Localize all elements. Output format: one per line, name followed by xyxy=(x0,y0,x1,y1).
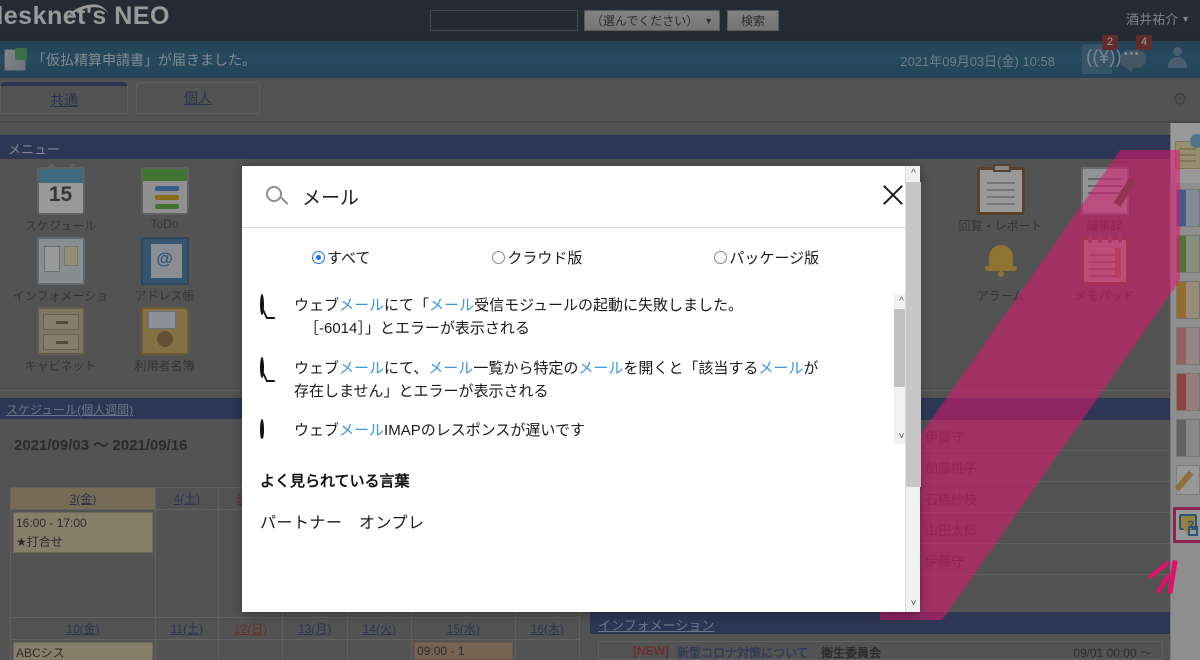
application-window: desknet's NEO （選んでください） ▼ 検索 酒井祐介 ▼ 「仮払精… xyxy=(0,0,1200,660)
filter-radio-group: すべて クラウド版 パッケージ版 xyxy=(242,228,920,286)
speech-bubble-icon xyxy=(260,419,294,442)
result-text-run: にて、 xyxy=(384,359,429,377)
result-text-run: 一覧から特定の xyxy=(473,359,579,377)
result-text-run: を開くと「該当する xyxy=(623,359,759,377)
search-result-item[interactable]: ウェブメールIMAPのレスポンスが遅いです xyxy=(260,419,880,442)
result-line-1: ウェブメールにて、メール一覧から特定のメールを開くと「該当するメールが xyxy=(294,360,818,377)
result-text-run: ウェブ xyxy=(294,359,340,377)
speech-bubble-icon xyxy=(260,356,294,404)
result-line-2: 存在しません」とエラーが表示される xyxy=(294,383,549,400)
result-text-run: にて「 xyxy=(384,297,430,314)
result-text-run: IMAPのレスポンスが遅いです xyxy=(384,422,585,439)
highlighted-keyword: メール xyxy=(339,359,385,377)
radio-dot xyxy=(312,250,325,264)
search-result-item[interactable]: ウェブメールにて、メール一覧から特定のメールを開くと「該当するメールが 存在しま… xyxy=(260,356,880,404)
result-text-run: が xyxy=(803,359,819,377)
result-text-run: ウェブ xyxy=(294,297,340,314)
result-line-2: ［-6014］」とエラーが表示される xyxy=(294,320,530,337)
radio-dot xyxy=(492,250,506,264)
radio-package[interactable]: パッケージ版 xyxy=(714,247,819,268)
radio-label: パッケージ版 xyxy=(729,249,820,267)
speech-bubble-icon xyxy=(260,294,294,341)
search-input[interactable]: メール xyxy=(302,183,359,210)
result-line-1: ウェブメールIMAPのレスポンスが遅いです xyxy=(294,422,585,439)
result-text-run: 受信モジュールの起動に失敗しました。 xyxy=(474,297,744,314)
result-text-run: 存在しません」とエラーが表示される xyxy=(294,382,549,400)
search-result-text: ウェブメールにて、メール一覧から特定のメールを開くと「該当するメールが 存在しま… xyxy=(294,357,818,404)
search-result-text: ウェブメールにて「メール受信モジュールの起動に失敗しました。 ［-6014］」と… xyxy=(294,294,743,341)
radio-label: クラウド版 xyxy=(507,249,583,267)
highlighted-keyword: メール xyxy=(339,297,385,314)
result-text-run: ［-6014］」とエラーが表示される xyxy=(304,320,530,338)
result-line-1: ウェブメールにて「メール受信モジュールの起動に失敗しました。 xyxy=(294,297,743,314)
scrollbar-thumb[interactable] xyxy=(906,182,921,487)
search-result-item[interactable]: ウェブメールにて「メール受信モジュールの起動に失敗しました。 ［-6014］」と… xyxy=(260,294,880,341)
dialog-search-bar: メール xyxy=(242,166,920,228)
radio-label: すべて xyxy=(327,249,371,267)
radio-dot xyxy=(714,250,728,264)
radio-cloud[interactable]: クラウド版 xyxy=(492,247,582,268)
search-results-list[interactable]: ウェブメールにて「メール受信モジュールの起動に失敗しました。 ［-6014］」と… xyxy=(242,286,920,448)
result-text-run: ウェブ xyxy=(294,422,340,439)
close-icon[interactable] xyxy=(880,182,906,208)
help-search-dialog: メール すべて クラウド版 パッケージ版 ウェブメールにて「メール受信モジュール… xyxy=(242,166,920,612)
radio-all[interactable]: すべて xyxy=(312,247,370,268)
highlighted-keyword: メール xyxy=(758,359,804,377)
search-icon xyxy=(266,185,289,208)
highlighted-keyword: メール xyxy=(578,359,624,377)
highlighted-keyword: メール xyxy=(429,297,475,314)
highlighted-keyword: メール xyxy=(339,422,385,439)
popular-words-list[interactable]: パートナー オンプレ xyxy=(242,491,920,533)
scroll-up-icon[interactable]: ^ xyxy=(906,166,921,182)
search-result-text: ウェブメールIMAPのレスポンスが遅いです xyxy=(294,419,585,442)
dialog-scrollbar[interactable]: ^ ˅ xyxy=(905,166,921,612)
scroll-down-icon[interactable]: ˅ xyxy=(906,596,921,612)
popular-words-title: よく見られている言葉 xyxy=(260,473,410,490)
highlighted-keyword: メール xyxy=(428,359,474,377)
highlight-wedge xyxy=(880,150,1180,620)
